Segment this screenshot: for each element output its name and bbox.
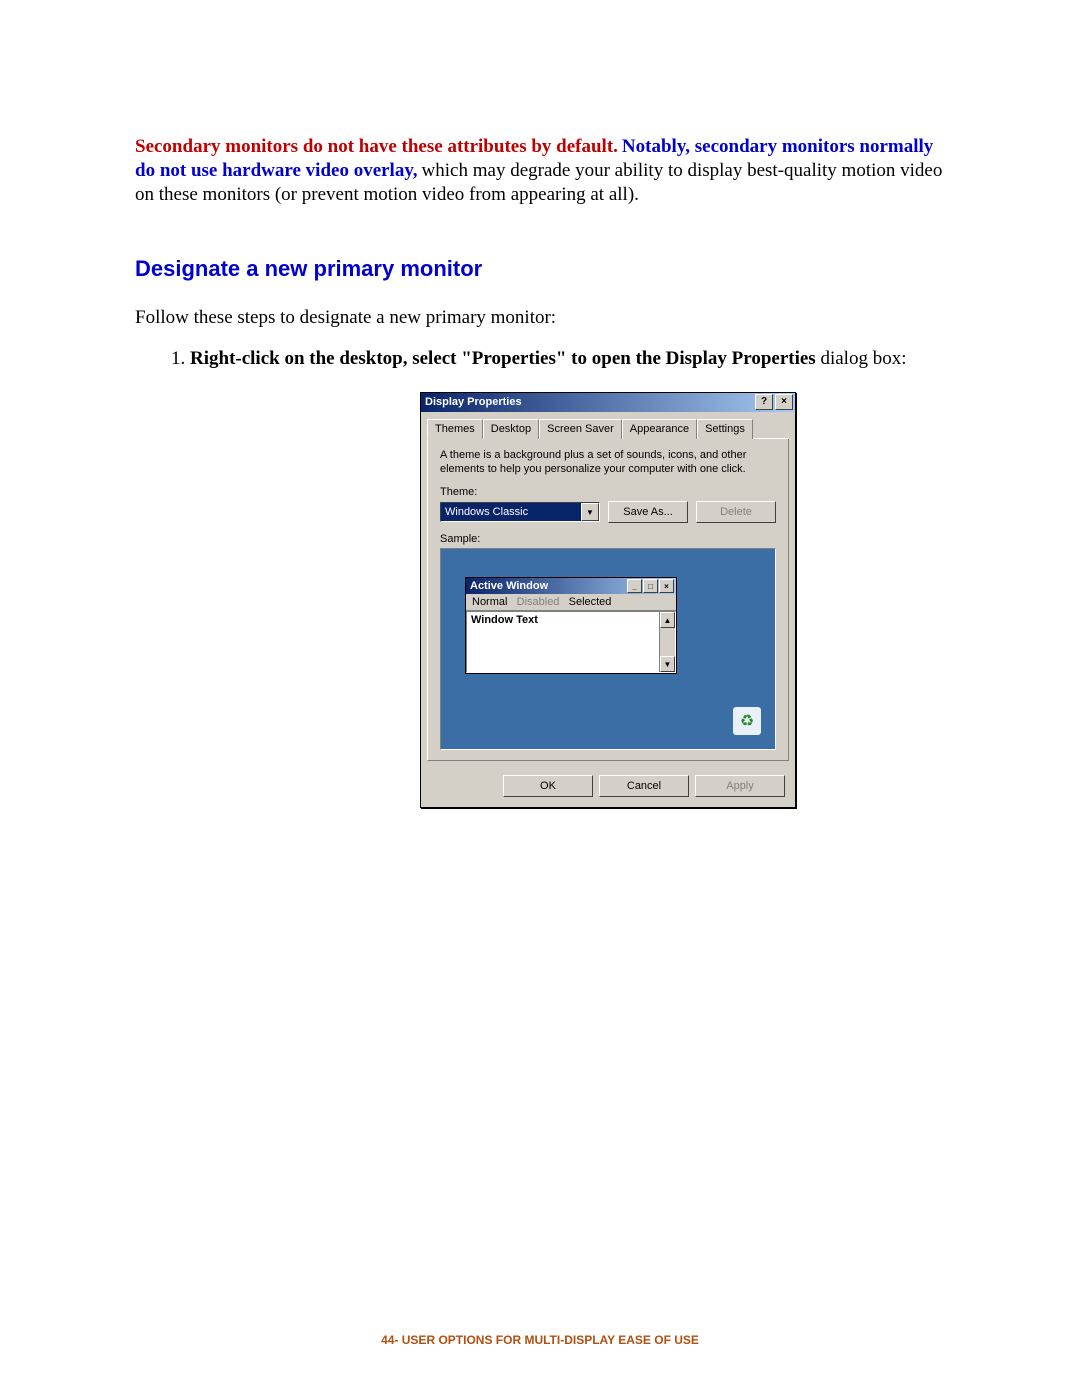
section-heading: Designate a new primary monitor bbox=[135, 256, 945, 282]
maximize-icon: □ bbox=[643, 579, 658, 593]
dialog-button-row: OK Cancel Apply bbox=[421, 767, 795, 807]
chevron-down-icon[interactable]: ▼ bbox=[581, 503, 599, 521]
dialog-screenshot: Display Properties ? × Themes Desktop Sc… bbox=[420, 392, 945, 809]
dialog-titlebar: Display Properties ? × bbox=[421, 393, 795, 412]
delete-button: Delete bbox=[696, 501, 776, 523]
close-icon: × bbox=[659, 579, 674, 593]
sample-window-body: Window Text ▲ ▼ bbox=[466, 611, 676, 673]
footer-page-number: 44- bbox=[381, 1333, 398, 1347]
sample-window-title: Active Window bbox=[470, 580, 626, 592]
tab-row: Themes Desktop Screen Saver Appearance S… bbox=[427, 418, 789, 439]
close-button[interactable]: × bbox=[775, 394, 793, 410]
scrollbar: ▲ ▼ bbox=[659, 612, 675, 672]
tab-appearance[interactable]: Appearance bbox=[622, 419, 697, 439]
help-button[interactable]: ? bbox=[755, 394, 773, 410]
tab-themes[interactable]: Themes bbox=[427, 419, 483, 439]
theme-combobox-value: Windows Classic bbox=[441, 506, 581, 518]
follow-text: Follow these steps to designate a new pr… bbox=[135, 307, 945, 329]
theme-label: Theme: bbox=[440, 486, 776, 498]
apply-button: Apply bbox=[695, 775, 785, 797]
scroll-down-icon: ▼ bbox=[660, 656, 675, 672]
sample-preview: Active Window _ □ × Normal Disabled Sele… bbox=[440, 548, 776, 750]
dialog-title: Display Properties bbox=[425, 396, 753, 408]
minimize-icon: _ bbox=[627, 579, 642, 593]
menu-normal: Normal bbox=[472, 596, 507, 608]
menu-disabled: Disabled bbox=[517, 596, 560, 608]
step-list: Right-click on the desktop, select "Prop… bbox=[135, 347, 945, 372]
theme-description: A theme is a background plus a set of so… bbox=[440, 449, 776, 477]
tab-desktop[interactable]: Desktop bbox=[483, 419, 539, 439]
menu-selected: Selected bbox=[569, 596, 612, 608]
save-as-button[interactable]: Save As... bbox=[608, 501, 688, 523]
sample-window-text: Window Text bbox=[471, 614, 538, 626]
tab-body: A theme is a background plus a set of so… bbox=[427, 439, 789, 762]
scroll-up-icon: ▲ bbox=[660, 612, 675, 628]
sample-window-titlebar: Active Window _ □ × bbox=[466, 578, 676, 594]
step-1-bold: Right-click on the desktop, select "Prop… bbox=[190, 348, 816, 369]
ok-button[interactable]: OK bbox=[503, 775, 593, 797]
footer-text: USER OPTIONS FOR MULTI-DISPLAY EASE OF U… bbox=[402, 1333, 699, 1347]
sample-window-menu: Normal Disabled Selected bbox=[466, 594, 676, 611]
display-properties-dialog: Display Properties ? × Themes Desktop Sc… bbox=[420, 392, 796, 809]
tab-screen-saver[interactable]: Screen Saver bbox=[539, 419, 622, 439]
theme-combobox[interactable]: Windows Classic ▼ bbox=[440, 502, 600, 522]
intro-red-text: Secondary monitors do not have these att… bbox=[135, 136, 618, 157]
cancel-button[interactable]: Cancel bbox=[599, 775, 689, 797]
page-footer: 44- USER OPTIONS FOR MULTI-DISPLAY EASE … bbox=[0, 1333, 1080, 1347]
intro-paragraph: Secondary monitors do not have these att… bbox=[135, 135, 945, 206]
step-1-rest: dialog box: bbox=[816, 348, 907, 369]
tab-settings[interactable]: Settings bbox=[697, 419, 753, 439]
sample-active-window: Active Window _ □ × Normal Disabled Sele… bbox=[465, 577, 677, 674]
sample-label: Sample: bbox=[440, 533, 776, 545]
recycle-bin-icon: ♻ bbox=[733, 707, 761, 735]
step-1: Right-click on the desktop, select "Prop… bbox=[190, 347, 945, 372]
